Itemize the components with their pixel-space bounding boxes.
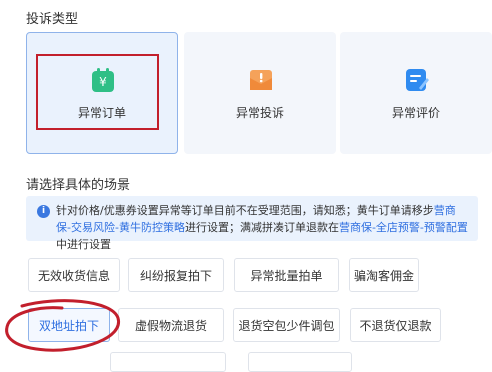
notice-box: i 针对价格/优惠券设置异常等订单目前不在受理范围，请知悉；黄牛订单请移步营商保… [26,196,478,251]
notice-text: 中进行设置 [56,238,111,251]
card-label: 异常评价 [391,106,440,120]
alert-envelope-icon [250,70,272,90]
notice-link-warning-config[interactable]: 营商保-全店预警-预警配置 [339,221,468,234]
scene-chip[interactable]: 退货空包少件调包 [233,308,340,342]
card-abnormal-review[interactable]: 异常评价 [340,32,492,154]
scene-chip-partial[interactable] [248,352,352,372]
svg-text:¥: ¥ [99,75,107,89]
notice-text: 针对价格/优惠券设置异常等订单目前不在受理范围，请知悉；黄牛订单请移步 [56,204,434,217]
scene-chip[interactable]: 异常批量拍单 [234,258,339,292]
card-label: 异常投诉 [235,106,284,120]
scene-chip[interactable]: 不退货仅退款 [350,308,441,342]
card-label: 异常订单 [77,106,126,120]
info-icon: i [37,205,50,218]
scene-title: 请选择具体的场景 [26,178,131,193]
notice-text: 进行设置；满减拼凑订单退款在 [184,221,339,234]
scene-chip[interactable]: 无效收货信息 [28,258,120,292]
yuan-bag-icon: ¥ [92,68,114,92]
scene-chip-selected[interactable]: 双地址拍下 [28,308,110,342]
card-abnormal-order[interactable]: ¥ 异常订单 [26,32,178,154]
edit-document-icon [406,69,429,91]
scene-chip-partial[interactable] [110,352,226,372]
complaint-type-title: 投诉类型 [26,12,79,27]
scene-chip[interactable]: 虚假物流退货 [118,308,224,342]
card-abnormal-complaint[interactable]: 异常投诉 [184,32,336,154]
scene-chip[interactable]: 骗淘客佣金 [349,258,419,292]
scene-chip[interactable]: 纠纷报复拍下 [128,258,224,292]
